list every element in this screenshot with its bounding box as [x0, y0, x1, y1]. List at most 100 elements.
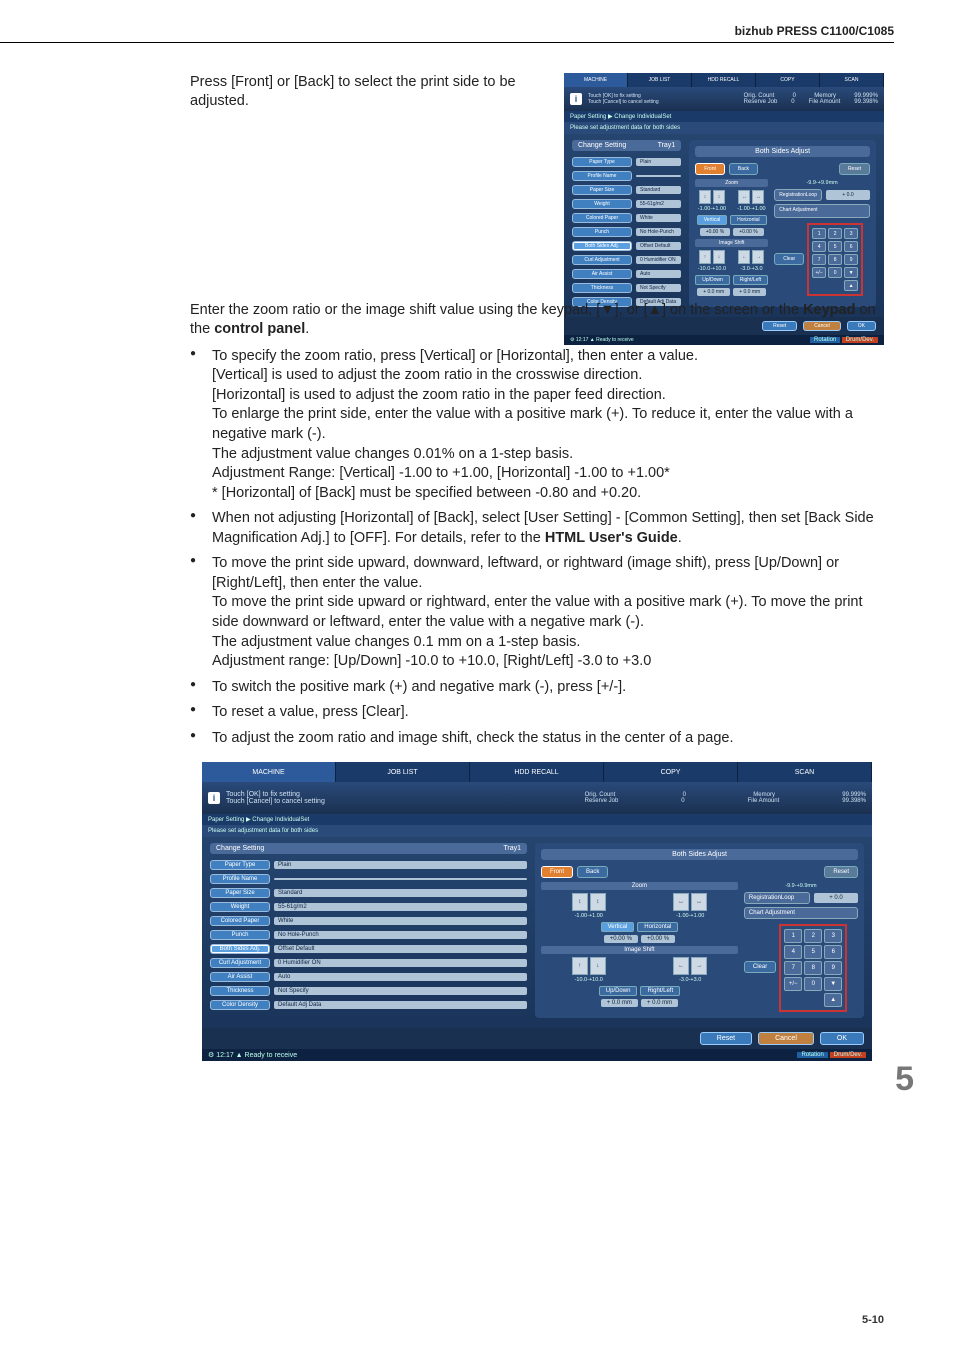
tab-machine[interactable]: MACHINE [564, 73, 628, 87]
tab-hdd-recall[interactable]: HDD RECALL [692, 73, 756, 87]
setting-paper-type[interactable]: Paper Type [210, 860, 270, 870]
tab-machine[interactable]: MACHINE [202, 762, 336, 782]
back-button[interactable]: Back [729, 163, 758, 175]
key-5[interactable]: 5 [828, 241, 842, 252]
updown-button[interactable]: Up/Down [599, 986, 638, 996]
horizontal-button[interactable]: Horizontal [730, 215, 767, 225]
reset-bottom-button[interactable]: Reset [700, 1032, 752, 1045]
setting-colored-paper[interactable]: Colored Paper [572, 213, 632, 223]
key-plusminus[interactable]: +/− [812, 267, 826, 278]
tab-job-list[interactable]: JOB LIST [336, 762, 470, 782]
screenshot-large: MACHINEJOB LISTHDD RECALLCOPYSCANiTouch … [202, 762, 872, 1122]
key-0[interactable]: 0 [828, 267, 842, 278]
key-3[interactable]: 3 [824, 929, 842, 943]
tab-copy[interactable]: COPY [756, 73, 820, 87]
key-7[interactable]: 7 [784, 961, 802, 975]
tab-hdd-recall[interactable]: HDD RECALL [470, 762, 604, 782]
setting-weight[interactable]: Weight [572, 199, 632, 209]
instruction-1: Press [Front] or [Back] to select the pr… [190, 73, 540, 111]
bullet-3: To move the print side upward, downward,… [190, 554, 884, 671]
key-4[interactable]: 4 [812, 241, 826, 252]
key-7[interactable]: 7 [812, 254, 826, 265]
reset-bottom-button[interactable]: Reset [762, 321, 797, 331]
ok-button[interactable]: OK [847, 321, 876, 331]
setting-both-sides-adj-[interactable]: Both Sides Adj. [572, 241, 632, 251]
key-down[interactable]: ▼ [824, 977, 842, 991]
cancel-button[interactable]: Cancel [803, 321, 841, 331]
setting-curl-adjustment[interactable]: Curl Adjustment [572, 255, 632, 265]
bullet-2: When not adjusting [Horizontal] of [Back… [190, 509, 884, 548]
setting-both-sides-adj-[interactable]: Both Sides Adj. [210, 944, 270, 954]
vertical-button[interactable]: Vertical [601, 922, 635, 932]
setting-paper-type[interactable]: Paper Type [572, 157, 632, 167]
bullet-4: To switch the positive mark (+) and nega… [190, 678, 884, 698]
reset-button[interactable]: Reset [839, 163, 870, 175]
setting-paper-size[interactable]: Paper Size [572, 185, 632, 195]
key-2[interactable]: 2 [804, 929, 822, 943]
info-icon: i [570, 93, 582, 105]
tab-copy[interactable]: COPY [604, 762, 738, 782]
front-button[interactable]: Front [695, 163, 725, 175]
chart-adjustment-button[interactable]: Chart Adjustment [774, 204, 870, 218]
updown-button[interactable]: Up/Down [695, 275, 730, 285]
key-down[interactable]: ▼ [844, 267, 858, 278]
setting-paper-size[interactable]: Paper Size [210, 888, 270, 898]
front-button[interactable]: Front [541, 866, 573, 878]
setting-profile-name[interactable]: Profile Name [210, 874, 270, 884]
setting-weight[interactable]: Weight [210, 902, 270, 912]
key-up[interactable]: ▲ [844, 280, 858, 291]
key-plusminus[interactable]: +/− [784, 977, 802, 991]
bullet-5: To reset a value, press [Clear]. [190, 703, 884, 723]
chart-adjustment-button[interactable]: Chart Adjustment [744, 907, 858, 919]
breadcrumb: Paper Setting ▶ Change IndividualSet [202, 814, 872, 825]
key-5[interactable]: 5 [804, 945, 822, 959]
bullet-1: To specify the zoom ratio, press [Vertic… [190, 347, 884, 504]
setting-color-density[interactable]: Color Density [210, 1000, 270, 1010]
key-4[interactable]: 4 [784, 945, 802, 959]
rotation-indicator: Rotation [797, 1052, 827, 1058]
bullet-list: To specify the zoom ratio, press [Vertic… [190, 347, 884, 749]
key-9[interactable]: 9 [844, 254, 858, 265]
rightleft-button[interactable]: Right/Left [733, 275, 768, 285]
setting-colored-paper[interactable]: Colored Paper [210, 916, 270, 926]
registration-loop-button[interactable]: RegistrationLoop [774, 189, 822, 201]
key-up[interactable]: ▲ [824, 993, 842, 1007]
key-8[interactable]: 8 [828, 254, 842, 265]
clear-button[interactable]: Clear [774, 253, 804, 265]
horizontal-button[interactable]: Horizontal [637, 922, 678, 932]
tab-job-list[interactable]: JOB LIST [628, 73, 692, 87]
key-2[interactable]: 2 [828, 228, 842, 239]
tab-scan[interactable]: SCAN [738, 762, 872, 782]
keypad: 123 456 789 +/−0▼ ▲ [779, 924, 847, 1012]
key-1[interactable]: 1 [784, 929, 802, 943]
key-8[interactable]: 8 [804, 961, 822, 975]
tab-scan[interactable]: SCAN [820, 73, 884, 87]
bullet-6: To adjust the zoom ratio and image shift… [190, 729, 884, 749]
key-6[interactable]: 6 [844, 241, 858, 252]
key-0[interactable]: 0 [804, 977, 822, 991]
cancel-button[interactable]: Cancel [758, 1032, 814, 1045]
reset-button[interactable]: Reset [824, 866, 858, 878]
setting-profile-name[interactable]: Profile Name [572, 171, 632, 181]
rightleft-button[interactable]: Right/Left [640, 986, 680, 996]
vertical-button[interactable]: Vertical [697, 215, 727, 225]
drum-indicator: Drum/Dev. [842, 337, 878, 343]
setting-thickness[interactable]: Thickness [572, 283, 632, 293]
setting-punch[interactable]: Punch [572, 227, 632, 237]
registration-loop-button[interactable]: RegistrationLoop [744, 892, 810, 904]
setting-thickness[interactable]: Thickness [210, 986, 270, 996]
key-9[interactable]: 9 [824, 961, 842, 975]
rotation-indicator: Rotation [810, 337, 840, 343]
chapter-number: 5 [895, 1060, 914, 1099]
back-button[interactable]: Back [577, 866, 608, 878]
info-icon: i [208, 792, 220, 804]
key-6[interactable]: 6 [824, 945, 842, 959]
setting-air-assist[interactable]: Air Assist [210, 972, 270, 982]
key-3[interactable]: 3 [844, 228, 858, 239]
clear-button[interactable]: Clear [744, 961, 776, 973]
key-1[interactable]: 1 [812, 228, 826, 239]
setting-punch[interactable]: Punch [210, 930, 270, 940]
setting-air-assist[interactable]: Air Assist [572, 269, 632, 279]
ok-button[interactable]: OK [820, 1032, 864, 1045]
setting-curl-adjustment[interactable]: Curl Adjustment [210, 958, 270, 968]
